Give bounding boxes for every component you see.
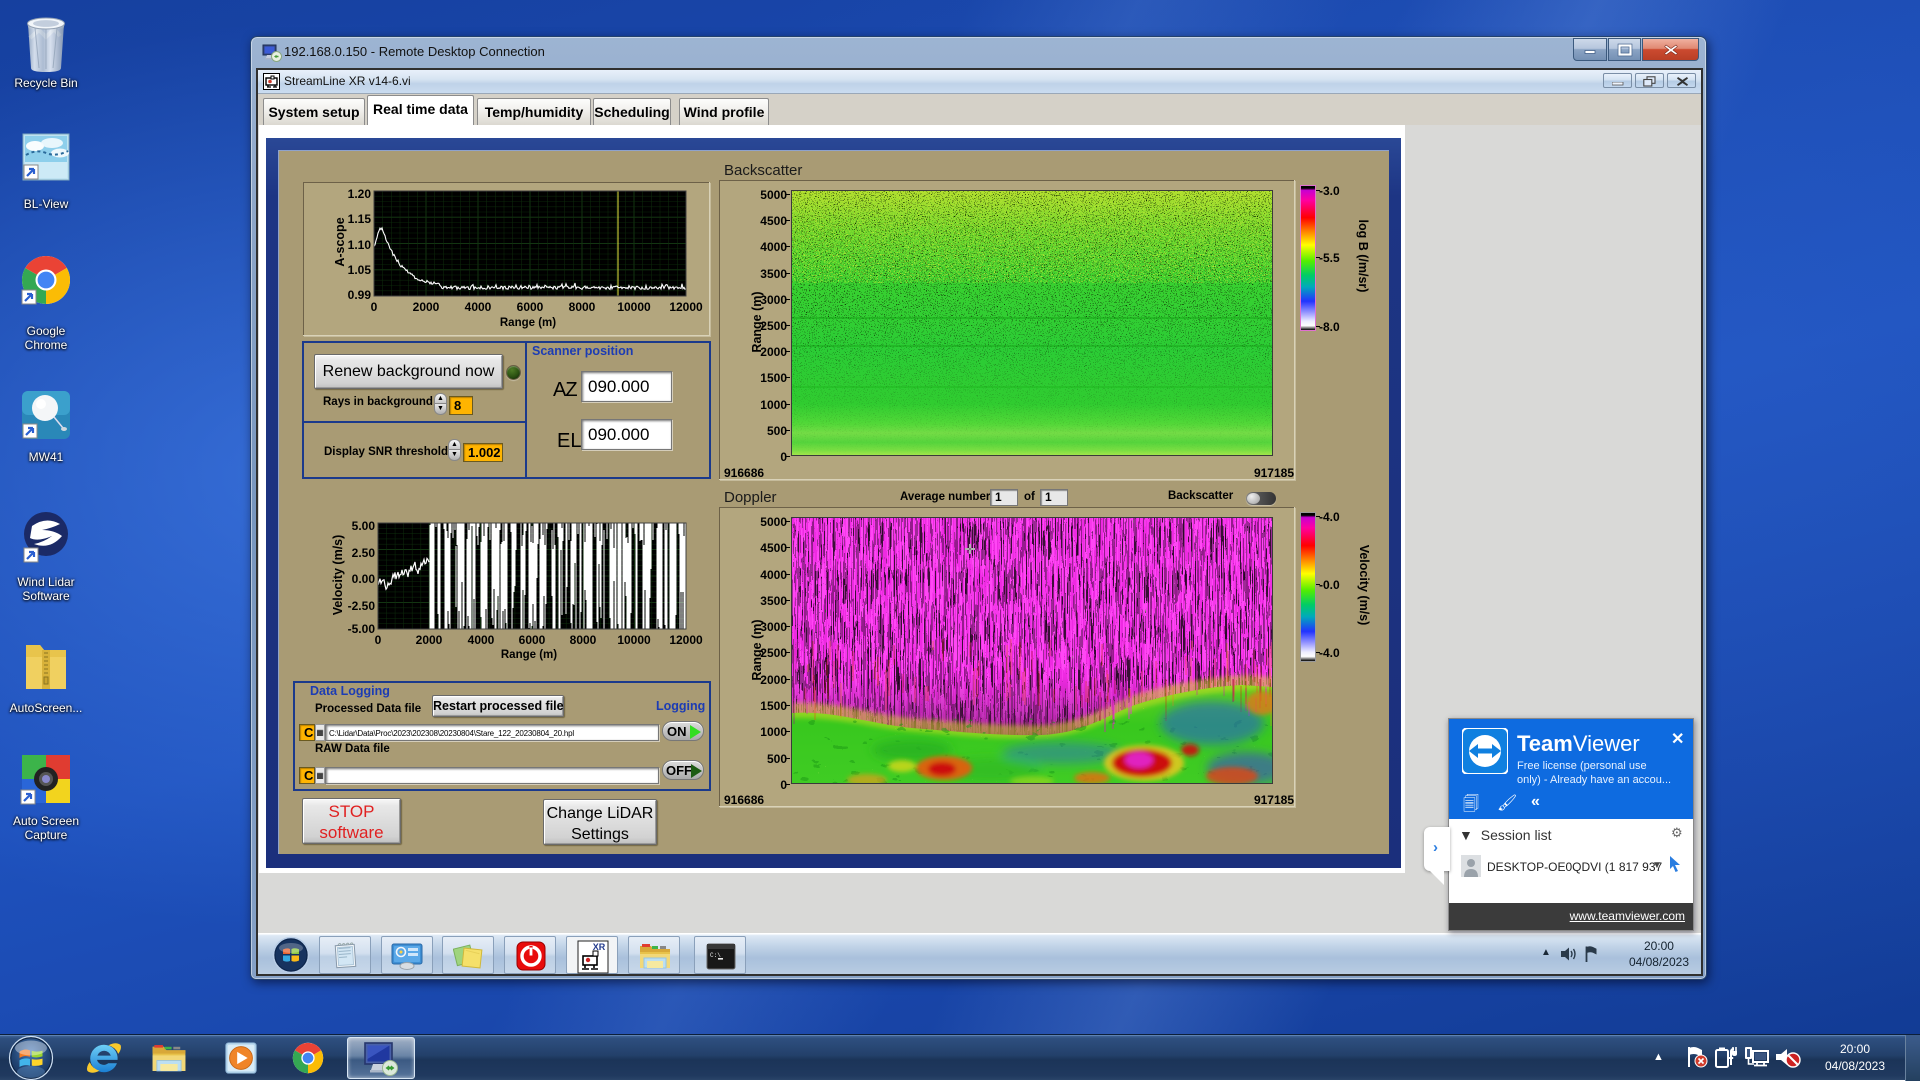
svg-text:C:\: C:\: [710, 952, 721, 959]
